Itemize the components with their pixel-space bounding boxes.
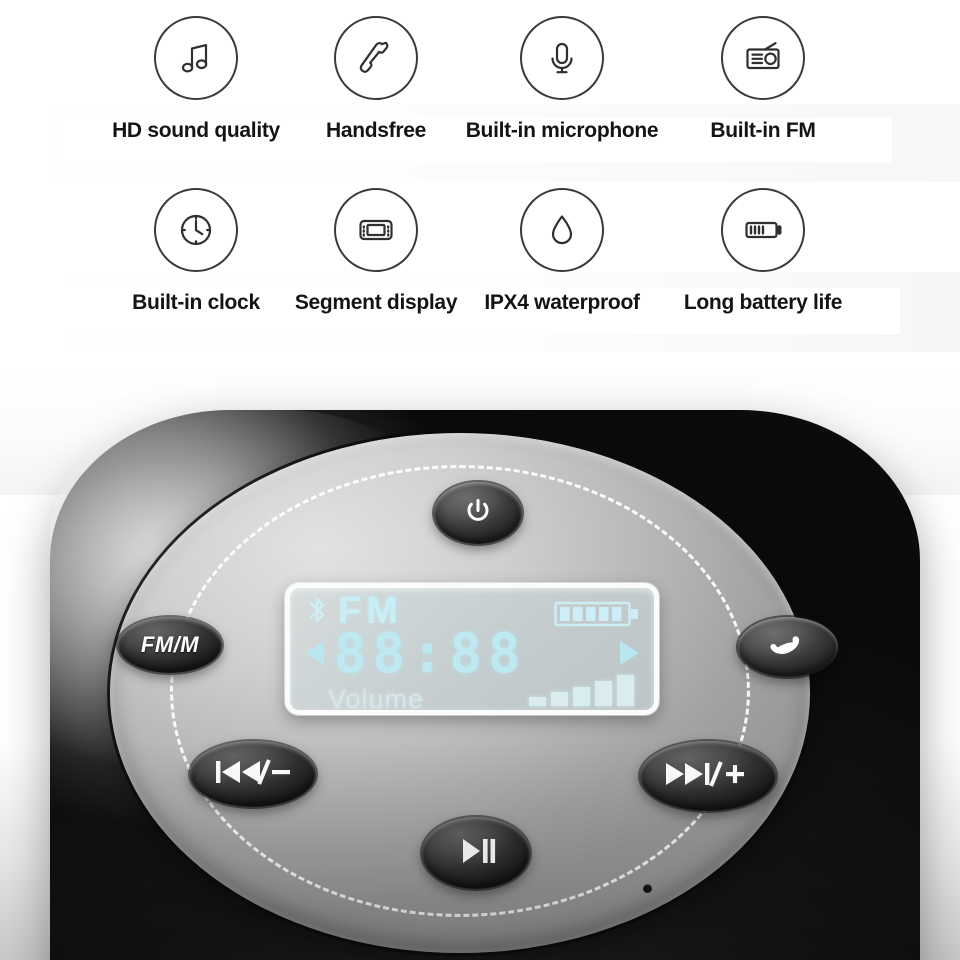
feature-label: Built-in FM — [710, 119, 816, 142]
segment-display-icon — [334, 188, 418, 272]
music-note-icon — [154, 16, 238, 100]
bluetooth-icon — [306, 594, 328, 633]
feature-long-battery-life: Long battery life — [668, 188, 858, 313]
phone-handset-icon — [334, 16, 418, 100]
feature-row-1: HD sound quality Handsfree Built-in micr… — [96, 16, 886, 141]
fm-mode-button[interactable]: FM/M — [118, 617, 222, 673]
next-track-icon — [662, 757, 754, 796]
feature-row-2: Built-in clock Segment display IPX4 wate… — [96, 188, 886, 313]
feature-handsfree: Handsfree — [296, 16, 456, 141]
water-drop-icon — [520, 188, 604, 272]
lcd-display: FM 88:88 Volume — [285, 583, 659, 715]
feature-label: Segment display — [294, 291, 458, 314]
lcd-battery-icon — [554, 600, 640, 635]
power-button[interactable] — [434, 482, 522, 544]
feature-built-in-fm: Built-in FM — [668, 16, 858, 141]
feature-label: IPX4 waterproof — [484, 291, 640, 314]
battery-icon — [721, 188, 805, 272]
feature-built-in-clock: Built-in clock — [96, 188, 296, 313]
feature-grid: HD sound quality Handsfree Built-in micr… — [0, 0, 960, 370]
feature-label: HD sound quality — [112, 119, 280, 142]
lcd-left-arrow-icon — [302, 638, 328, 673]
play-pause-button[interactable] — [422, 817, 530, 889]
product-feature-page: HD sound quality Handsfree Built-in micr… — [0, 0, 960, 960]
feature-label: Handsfree — [325, 119, 426, 142]
lcd-right-arrow-icon — [616, 638, 642, 673]
call-button[interactable] — [738, 617, 838, 677]
feature-label: Long battery life — [683, 291, 843, 314]
microphone-pinhole — [643, 884, 652, 893]
previous-track-icon — [212, 755, 294, 794]
lcd-volume-label: Volume — [328, 684, 425, 714]
microphone-icon — [520, 16, 604, 100]
radio-icon — [721, 16, 805, 100]
lcd-volume-bars — [529, 675, 634, 706]
previous-volume-down-button[interactable] — [190, 741, 316, 807]
play-pause-icon — [453, 834, 499, 873]
feature-segment-display: Segment display — [294, 188, 458, 314]
feature-ipx4-waterproof: IPX4 waterproof — [456, 188, 668, 313]
product-photo: FM 88:88 Volume FM/M — [0, 355, 960, 960]
clock-icon — [154, 188, 238, 272]
lcd-time-digits: 88:88 — [334, 622, 527, 685]
phone-handset-icon — [767, 629, 809, 666]
power-icon — [463, 496, 493, 531]
feature-built-in-microphone: Built-in microphone — [456, 16, 668, 141]
feature-hd-sound-quality: HD sound quality — [96, 16, 296, 141]
feature-label: Built-in clock — [132, 291, 260, 314]
next-volume-up-button[interactable] — [640, 741, 776, 811]
feature-label: Built-in microphone — [465, 119, 659, 142]
fm-mode-label: FM/M — [140, 632, 200, 657]
